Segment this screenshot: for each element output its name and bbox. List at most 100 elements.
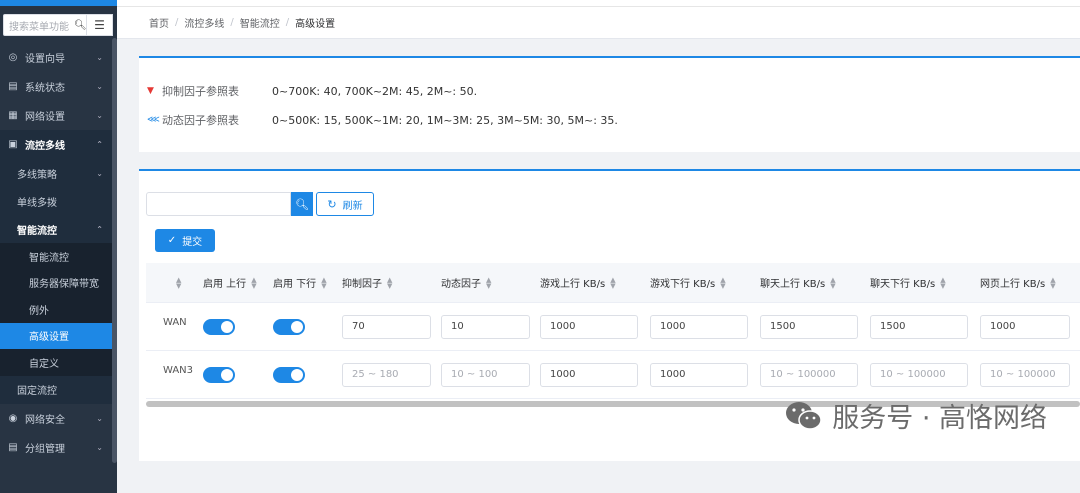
table-toolbar: 🔍︎ ↻ 刷新 [146, 192, 374, 216]
sidebar-item-network-security[interactable]: ◉ 网络安全 ⌄ [0, 404, 117, 433]
refresh-button[interactable]: ↻ 刷新 [316, 192, 374, 216]
search-icon: 🔍︎ [295, 197, 309, 211]
suppress-factor-input[interactable]: 25 ~ 180 [342, 362, 431, 387]
game-up-input[interactable]: 1000 [540, 362, 638, 387]
cell-suppress: 25 ~ 180 [342, 362, 441, 387]
sidebar-item-label: 固定流控 [17, 386, 57, 397]
enable-down-toggle[interactable] [273, 318, 305, 335]
table-header-game-down[interactable]: 游戏下行 KB/s ▲ ▼ [650, 275, 760, 290]
cell-suppress: 70 [342, 314, 441, 339]
sort-icon[interactable]: ▲ ▼ [1050, 276, 1055, 289]
breadcrumb-current: 高级设置 [295, 19, 336, 30]
hamburger-menu-icon[interactable]: ☰ [87, 14, 113, 36]
cell-game-up: 1000 [540, 362, 650, 387]
sort-icon[interactable]: ▲ ▼ [610, 276, 615, 289]
group-icon: ▤ [8, 441, 18, 453]
chevron-down-icon: ⌄ [96, 82, 103, 91]
sort-icon[interactable]: ▲ ▼ [251, 276, 256, 289]
sidebar-item-multiline-policy[interactable]: 多线策略 ⌄ [0, 159, 117, 187]
refresh-label: 刷新 [342, 200, 363, 212]
dynamic-factor-input[interactable]: 10 [441, 314, 530, 339]
table-header-chat-up[interactable]: 聊天上行 KB/s ▲ ▼ [760, 275, 870, 290]
chevron-down-icon: ⌄ [96, 442, 103, 452]
cell-enable-down [273, 318, 342, 335]
sidebar-item-smart-flow-main[interactable]: 智能流控 [0, 243, 117, 270]
chat-down-input[interactable]: 10 ~ 100000 [870, 362, 968, 387]
sidebar-item-label: 分组管理 [25, 443, 65, 455]
sidebar-item-smart-flow[interactable]: 智能流控 ⌃ [0, 215, 117, 243]
table-header-game-up[interactable]: 游戏上行 KB/s ▲ ▼ [540, 275, 650, 290]
sidebar-item-flow-control[interactable]: ▣ 流控多线 ⌃ [0, 130, 117, 159]
sidebar-item-network-settings[interactable]: ▦ 网络设置 ⌄ [0, 101, 117, 130]
table-header-web-up[interactable]: 网页上行 KB/s ▲ ▼ [980, 275, 1070, 290]
breadcrumb-separator: / [230, 17, 234, 28]
menu-search-input[interactable]: 搜索菜单功能 🔍︎ [3, 14, 87, 36]
game-down-input[interactable]: 1000 [650, 362, 748, 387]
cell-enable-up [203, 366, 273, 383]
search-icon[interactable]: 🔍︎ [74, 20, 86, 31]
wechat-icon [786, 401, 822, 430]
sidebar-item-custom[interactable]: 自定义 [0, 349, 117, 376]
chat-up-input[interactable]: 1500 [760, 314, 858, 339]
dynamic-factor-value: 0~500K: 15, 500K~1M: 20, 1M~3M: 25, 3M~5… [272, 113, 618, 127]
table-header-dynamic[interactable]: 动态因子 ▲ ▼ [441, 275, 540, 290]
sort-icon[interactable]: ▲ ▼ [387, 276, 392, 289]
sidebar-item-group-management[interactable]: ▤ 分组管理 ⌄ [0, 433, 117, 462]
sidebar-item-server-bandwidth[interactable]: 服务器保障带宽 [0, 270, 117, 297]
refresh-icon: ↻ [327, 197, 337, 211]
sort-icon[interactable]: ▲ ▼ [176, 276, 181, 289]
table-header-suppress[interactable]: 抑制因子 ▲ ▼ [342, 275, 441, 290]
game-down-input[interactable]: 1000 [650, 314, 748, 339]
sidebar-item-setup-wizard[interactable]: ◎ 设置向导 ⌄ [0, 43, 117, 72]
chat-up-input[interactable]: 10 ~ 100000 [760, 362, 858, 387]
cell-web-up: 1000 [980, 314, 1070, 339]
chevron-down-icon: ⌄ [96, 111, 103, 120]
sidebar-item-label: 例外 [29, 305, 49, 317]
flow-icon: ▣ [8, 139, 18, 150]
suppress-factor-input[interactable]: 70 [342, 314, 431, 339]
table-search-input[interactable] [146, 192, 291, 216]
sort-icon[interactable]: ▲ ▼ [321, 276, 326, 289]
row-name: WAN3 [163, 365, 194, 376]
sidebar-item-system-status[interactable]: ▤ 系统状态 ⌄ [0, 72, 117, 101]
sort-icon[interactable]: ▲ ▼ [720, 276, 725, 289]
table-header-enable-up[interactable]: 启用 上行 ▲ ▼ [203, 275, 273, 290]
enable-up-toggle[interactable] [203, 318, 235, 335]
cell-chat-up: 1500 [760, 314, 870, 339]
reference-card: ▼ 抑制因子参照表 0~700K: 40, 700K~2M: 45, 2M~: … [139, 56, 1080, 152]
chevron-down-icon: ⌄ [96, 53, 103, 62]
cell-chat-down: 1500 [870, 314, 980, 339]
sort-icon[interactable]: ▲ ▼ [830, 276, 835, 289]
search-button[interactable]: 🔍︎ [291, 192, 313, 216]
enable-down-toggle[interactable] [273, 366, 305, 383]
sidebar-item-label: 网络安全 [25, 414, 65, 426]
sidebar-item-label: 单线多拨 [17, 197, 57, 209]
breadcrumb-home[interactable]: 首页 [149, 15, 169, 30]
sidebar-item-label: 智能流控 [17, 225, 57, 237]
enable-up-toggle[interactable] [203, 366, 235, 383]
globe-icon: ◉ [8, 412, 18, 424]
game-up-input[interactable]: 1000 [540, 314, 638, 339]
web-up-input[interactable]: 10 ~ 100000 [980, 362, 1070, 387]
sort-icon[interactable]: ▲ ▼ [940, 276, 945, 289]
sidebar: 搜索菜单功能 🔍︎ ☰ ◎ 设置向导 ⌄ ▤ 系统状态 ⌄ ▦ 网络设置 ⌄ ▣… [0, 0, 117, 493]
sidebar-item-advanced-settings[interactable]: 高级设置 [0, 322, 117, 349]
breadcrumb-smart-flow[interactable]: 智能流控 [240, 15, 280, 30]
dynamic-factor-input[interactable]: 10 ~ 100 [441, 362, 530, 387]
sort-icon[interactable]: ▲ ▼ [486, 276, 491, 289]
table-header-chat-down[interactable]: 聊天下行 KB/s ▲ ▼ [870, 275, 980, 290]
web-up-input[interactable]: 1000 [980, 314, 1070, 339]
sidebar-item-label: 网络设置 [25, 112, 65, 123]
sidebar-item-fixed-flow[interactable]: 固定流控 [0, 376, 117, 404]
breadcrumb-flow-control[interactable]: 流控多线 [184, 15, 224, 30]
table-header-enable-down[interactable]: 启用 下行 ▲ ▼ [273, 275, 342, 290]
table-header-name[interactable]: ▲ ▼ [146, 276, 203, 289]
smart-flow-submenu: 智能流控 服务器保障带宽 例外 高级设置 自定义 [0, 243, 117, 376]
cell-chat-up: 10 ~ 100000 [760, 362, 870, 387]
sidebar-item-exceptions[interactable]: 例外 [0, 296, 117, 323]
check-icon: ✓ [167, 235, 177, 246]
sidebar-item-label: 系统状态 [25, 83, 65, 94]
chat-down-input[interactable]: 1500 [870, 314, 968, 339]
submit-button[interactable]: ✓ 提交 [155, 229, 215, 252]
sidebar-item-single-line-multidial[interactable]: 单线多拨 [0, 187, 117, 215]
